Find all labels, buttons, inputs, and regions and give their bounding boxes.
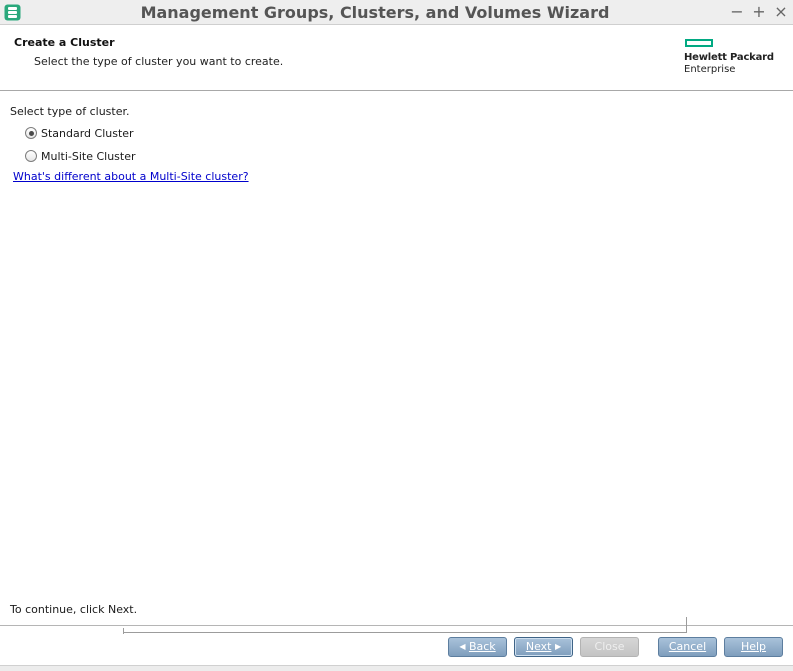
cancel-button-label: Cancel xyxy=(668,640,707,653)
back-arrow-icon: ◀ xyxy=(459,642,466,651)
back-button-label: Back xyxy=(468,640,496,653)
next-button[interactable]: Next ▶ xyxy=(514,637,573,657)
footer-divider xyxy=(0,625,793,626)
window-bottom-edge xyxy=(0,665,793,671)
next-button-label: Next xyxy=(525,640,552,653)
header-divider xyxy=(0,90,793,91)
footer-separator xyxy=(123,632,686,633)
minimize-button[interactable]: − xyxy=(727,0,747,24)
cluster-type-prompt: Select type of cluster. xyxy=(10,105,130,118)
next-arrow-icon: ▶ xyxy=(554,642,562,651)
footer-separator-tick-left xyxy=(123,628,124,634)
help-button-label: Help xyxy=(740,640,767,653)
page-subtitle: Select the type of cluster you want to c… xyxy=(34,55,284,68)
hpe-logo-line2: Enterprise xyxy=(684,64,736,75)
title-bar: Management Groups, Clusters, and Volumes… xyxy=(0,0,793,25)
close-button-label: Close xyxy=(594,640,625,653)
cancel-button[interactable]: Cancel xyxy=(658,637,717,657)
multi-site-cluster-option[interactable]: Multi-Site Cluster xyxy=(25,148,136,164)
footer-separator-tick xyxy=(686,617,687,633)
hpe-logo-line1: Hewlett Packard xyxy=(684,52,774,63)
wizard-header: Create a Cluster Select the type of clus… xyxy=(0,26,793,90)
close-window-button[interactable]: × xyxy=(771,0,791,24)
hpe-logo-mark xyxy=(685,39,713,47)
multi-site-info-link[interactable]: What's different about a Multi-Site clus… xyxy=(13,170,249,183)
help-button[interactable]: Help xyxy=(724,637,783,657)
continue-instruction: To continue, click Next. xyxy=(10,603,138,616)
hpe-logo: Hewlett Packard Enterprise xyxy=(684,38,784,78)
multi-site-cluster-label[interactable]: Multi-Site Cluster xyxy=(41,150,136,163)
standard-cluster-option[interactable]: Standard Cluster xyxy=(25,125,134,141)
standard-cluster-label[interactable]: Standard Cluster xyxy=(41,127,134,140)
maximize-button[interactable]: + xyxy=(749,0,769,24)
window-title: Management Groups, Clusters, and Volumes… xyxy=(140,3,610,22)
multi-site-cluster-radio[interactable] xyxy=(25,150,37,162)
page-title: Create a Cluster xyxy=(14,36,115,49)
standard-cluster-radio[interactable] xyxy=(25,127,37,139)
close-button: Close xyxy=(580,637,639,657)
back-button[interactable]: ◀ Back xyxy=(448,637,507,657)
